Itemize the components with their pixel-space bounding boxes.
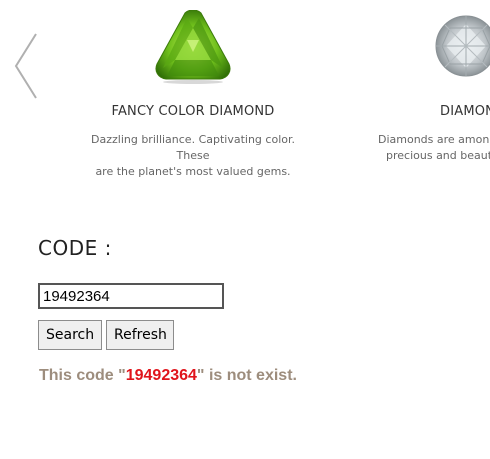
slide-description-line: are the planet's most valued gems. bbox=[95, 165, 291, 178]
slide-title: FANCY COLOR DIAMOND bbox=[111, 104, 275, 119]
result-suffix: " is not exist. bbox=[196, 367, 297, 384]
refresh-button[interactable]: Refresh bbox=[106, 320, 174, 350]
chevron-left-icon[interactable] bbox=[10, 30, 44, 102]
code-label: CODE : bbox=[38, 236, 112, 260]
green-trillion-gem-icon bbox=[155, 10, 231, 84]
slide-title: DIAMON bbox=[440, 104, 490, 119]
result-message: This code "19492364" is not exist. bbox=[39, 367, 297, 385]
carousel-slide-fancy-color-diamond[interactable]: FANCY COLOR DIAMOND Dazzling brilliance.… bbox=[73, 0, 313, 178]
search-button[interactable]: Search bbox=[38, 320, 102, 350]
result-code: 19492364 bbox=[125, 367, 197, 384]
carousel-slide-diamond[interactable]: DIAMON Diamonds are among precious and b… bbox=[370, 0, 490, 162]
slide-description-line: precious and beauti bbox=[386, 149, 490, 162]
result-prefix: This code " bbox=[39, 367, 126, 384]
slide-description: Diamonds are among precious and beauti bbox=[378, 132, 490, 164]
white-round-diamond-icon bbox=[435, 15, 490, 77]
slide-description-line: Dazzling brilliance. Captivating color. … bbox=[91, 133, 295, 162]
code-input[interactable] bbox=[38, 283, 224, 309]
product-carousel: FANCY COLOR DIAMOND Dazzling brilliance.… bbox=[0, 0, 490, 190]
slide-description-line: Diamonds are among bbox=[378, 133, 490, 146]
slide-description: Dazzling brilliance. Captivating color. … bbox=[73, 132, 313, 180]
